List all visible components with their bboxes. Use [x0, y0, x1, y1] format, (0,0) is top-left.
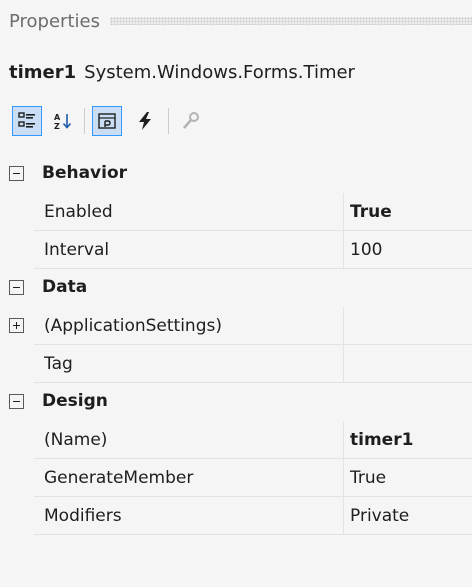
- property-name-cell[interactable]: GenerateMember: [34, 459, 344, 497]
- toolbar-separator: [168, 108, 169, 134]
- property-value-cell[interactable]: 100: [344, 231, 472, 269]
- object-name: timer1: [9, 61, 77, 83]
- property-row-application-settings[interactable]: (ApplicationSettings): [0, 307, 472, 345]
- panel-title: Properties: [9, 10, 100, 32]
- property-value: 100: [350, 240, 383, 260]
- properties-button[interactable]: [92, 106, 122, 136]
- property-pages-icon: [183, 112, 199, 129]
- properties-icon: [98, 113, 116, 129]
- property-name: GenerateMember: [44, 468, 194, 488]
- categorized-button[interactable]: [12, 106, 42, 136]
- property-value: True: [350, 202, 392, 222]
- property-name: (Name): [44, 430, 108, 450]
- properties-toolbar: A Z: [0, 92, 472, 150]
- categorized-icon: [18, 112, 35, 128]
- alphabetical-icon: A Z: [54, 113, 72, 131]
- property-row-enabled[interactable]: Enabled True: [0, 193, 472, 231]
- property-value: Private: [350, 506, 410, 526]
- property-row-generate-member[interactable]: GenerateMember True: [0, 459, 472, 497]
- property-value: timer1: [350, 430, 414, 450]
- category-label: Data: [42, 277, 88, 297]
- svg-text:A: A: [54, 113, 61, 122]
- property-name: Interval: [44, 240, 110, 260]
- collapse-icon[interactable]: [9, 166, 24, 181]
- property-name: Tag: [44, 354, 73, 374]
- object-type: System.Windows.Forms.Timer: [84, 61, 355, 83]
- property-name-cell[interactable]: Tag: [34, 345, 344, 383]
- property-name-cell[interactable]: (Name): [34, 421, 344, 459]
- object-selector[interactable]: timer1 System.Windows.Forms.Timer: [9, 58, 355, 86]
- property-value-cell[interactable]: True: [344, 459, 472, 497]
- property-pages-button[interactable]: [176, 106, 206, 136]
- property-name-cell[interactable]: Enabled: [34, 193, 344, 231]
- collapse-icon[interactable]: [9, 394, 24, 409]
- property-name-cell[interactable]: Interval: [34, 231, 344, 269]
- category-design[interactable]: Design: [0, 383, 472, 421]
- properties-panel: Properties timer1 System.Windows.Forms.T…: [0, 0, 472, 587]
- property-value: True: [350, 468, 387, 488]
- property-name-cell[interactable]: Modifiers: [34, 497, 344, 535]
- events-button[interactable]: [130, 106, 160, 136]
- property-name-cell[interactable]: (ApplicationSettings): [34, 307, 344, 345]
- property-row-name[interactable]: (Name) timer1: [0, 421, 472, 459]
- title-bar[interactable]: Properties: [0, 0, 472, 42]
- drag-grip[interactable]: [109, 17, 472, 25]
- property-row-tag[interactable]: Tag: [0, 345, 472, 383]
- property-grid: Behavior Enabled True Interval 100 Data: [0, 155, 472, 535]
- expand-icon[interactable]: [9, 318, 24, 333]
- property-value-cell[interactable]: Private: [344, 497, 472, 535]
- events-icon: [139, 112, 151, 130]
- property-row-interval[interactable]: Interval 100: [0, 231, 472, 269]
- category-behavior[interactable]: Behavior: [0, 155, 472, 193]
- category-label: Behavior: [42, 163, 128, 183]
- property-value-cell[interactable]: True: [344, 193, 472, 231]
- category-data[interactable]: Data: [0, 269, 472, 307]
- property-name: (ApplicationSettings): [44, 316, 222, 336]
- property-row-modifiers[interactable]: Modifiers Private: [0, 497, 472, 535]
- property-value-cell[interactable]: [344, 345, 472, 383]
- category-label: Design: [42, 391, 108, 411]
- property-value-cell[interactable]: [344, 307, 472, 345]
- alphabetical-button[interactable]: A Z: [48, 106, 78, 136]
- collapse-icon[interactable]: [9, 280, 24, 295]
- svg-text:Z: Z: [54, 122, 60, 131]
- property-name: Enabled: [44, 202, 113, 222]
- property-value-cell[interactable]: timer1: [344, 421, 472, 459]
- toolbar-separator: [84, 108, 85, 134]
- property-name: Modifiers: [44, 506, 122, 526]
